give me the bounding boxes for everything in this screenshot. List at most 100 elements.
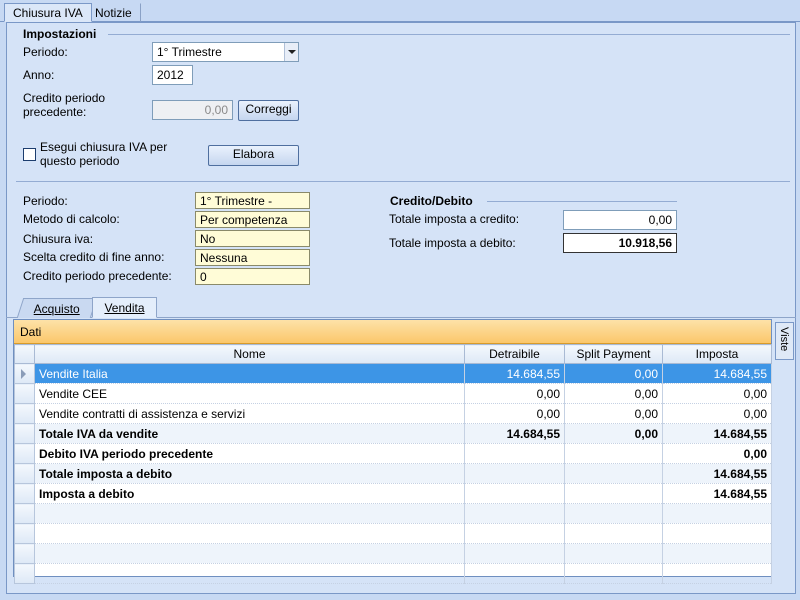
column-header-detraibile[interactable]: Detraibile [464, 344, 565, 364]
cell-split-payment: 0,00 [564, 363, 663, 384]
totale-debito-value: 10.918,56 [563, 233, 677, 253]
table-row[interactable]: Imposta a debito 14.684,55 [14, 483, 772, 504]
row-selector [14, 523, 35, 544]
cell-detraibile: 14.684,55 [464, 423, 565, 444]
cell-split-payment [564, 483, 663, 504]
row-selector[interactable] [14, 483, 35, 504]
metodo-value: Per competenza [195, 211, 310, 228]
cell-nome: Vendite CEE [34, 383, 465, 404]
tab-acquisto[interactable]: Acquisto [16, 298, 98, 318]
section-divider [16, 181, 790, 182]
row-selector[interactable] [14, 363, 35, 384]
row-selector[interactable] [14, 463, 35, 484]
row-selector [14, 563, 35, 584]
cell-detraibile [464, 443, 565, 464]
periodo-combo-value: 1° Trimestre [157, 45, 222, 59]
column-header-imposta[interactable]: Imposta [662, 344, 772, 364]
cell-split-payment: 0,00 [564, 403, 663, 424]
periodo-label: Periodo: [23, 45, 68, 59]
anno-input[interactable]: 2012 [152, 65, 193, 85]
empty-row [14, 543, 772, 564]
correggi-button[interactable]: Correggi [238, 100, 299, 121]
esegui-chiusura-checkbox[interactable] [23, 148, 36, 161]
table-row[interactable]: Totale IVA da vendite 14.684,55 0,00 14.… [14, 423, 772, 444]
table-row[interactable]: Vendite contratti di assistenza e serviz… [14, 403, 772, 424]
cell-detraibile: 0,00 [464, 403, 565, 424]
credito-debito-title: Credito/Debito [390, 194, 473, 208]
tab-vendita[interactable]: Vendita [92, 297, 157, 318]
top-tab-strip: Chiusura IVA Notizie [0, 0, 800, 22]
empty-row [14, 523, 772, 544]
anno-label: Anno: [23, 68, 55, 82]
cell-nome: Totale IVA da vendite [34, 423, 465, 444]
column-header-split-payment[interactable]: Split Payment [564, 344, 663, 364]
cell-imposta: 14.684,55 [662, 463, 772, 484]
cell-imposta: 14.684,55 [662, 363, 772, 384]
row-selector[interactable] [14, 403, 35, 424]
cell-detraibile [464, 463, 565, 484]
cell-imposta: 14.684,55 [662, 483, 772, 504]
chiusura-iva-label: Chiusura iva: [23, 232, 94, 246]
totale-credito-label: Totale imposta a credito: [389, 212, 520, 226]
data-grid: Dati Nome Detraibile Split Payment Impos… [13, 319, 772, 584]
totale-debito-label: Totale imposta a debito: [389, 236, 516, 250]
riepilogo-periodo-value: 1° Trimestre - [195, 192, 310, 209]
credito-precedente-input: 0,00 [152, 100, 233, 120]
table-row[interactable]: Vendite Italia 14.684,55 0,00 14.684,55 [14, 363, 772, 384]
credito-label-line2: precedente: [23, 105, 87, 119]
cell-split-payment [564, 463, 663, 484]
tab-chiusura-iva[interactable]: Chiusura IVA [4, 3, 92, 22]
cell-nome: Totale imposta a debito [34, 463, 465, 484]
header-selector-cell [14, 344, 35, 364]
row-selector [14, 543, 35, 564]
scelta-credito-label: Scelta credito di fine anno: [23, 250, 165, 264]
cell-imposta: 14.684,55 [662, 423, 772, 444]
cell-nome: Imposta a debito [34, 483, 465, 504]
cell-imposta: 0,00 [662, 443, 772, 464]
row-selector [14, 503, 35, 524]
tab-vendita-label: Vendita [104, 301, 145, 315]
vendite-table: Nome Detraibile Split Payment Imposta Ve… [14, 344, 772, 584]
metodo-label: Metodo di calcolo: [23, 212, 120, 226]
row-selector[interactable] [14, 443, 35, 464]
cell-nome: Vendite Italia [34, 363, 465, 384]
scelta-credito-value: Nessuna [195, 249, 310, 266]
cell-split-payment [564, 443, 663, 464]
cell-split-payment: 0,00 [564, 383, 663, 404]
viste-side-tab[interactable]: Viste [775, 322, 794, 360]
row-indicator-icon [21, 369, 26, 379]
impostazioni-divider [108, 34, 790, 35]
chevron-down-icon[interactable] [284, 43, 298, 61]
credito-precedente-label: Credito periodo precedente: [23, 269, 172, 283]
credito-precedente-value: 0 [195, 268, 310, 285]
tab-acquisto-label: Acquisto [33, 302, 80, 316]
column-header-nome[interactable]: Nome [34, 344, 465, 364]
cell-nome: Vendite contratti di assistenza e serviz… [34, 403, 465, 424]
table-row[interactable]: Totale imposta a debito 14.684,55 [14, 463, 772, 484]
row-selector[interactable] [14, 423, 35, 444]
table-row[interactable]: Vendite CEE 0,00 0,00 0,00 [14, 383, 772, 404]
cell-imposta: 0,00 [662, 383, 772, 404]
cell-split-payment: 0,00 [564, 423, 663, 444]
viste-label: Viste [778, 327, 790, 352]
grid-group-bar: Dati [14, 320, 771, 344]
cell-detraibile: 0,00 [464, 383, 565, 404]
totale-credito-value: 0,00 [563, 210, 677, 230]
esegui-label-line1: Esegui chiusura IVA per [40, 140, 168, 154]
periodo-combo[interactable]: 1° Trimestre [152, 42, 299, 62]
riepilogo-periodo-label: Periodo: [23, 194, 68, 208]
cell-imposta: 0,00 [662, 403, 772, 424]
credito-label-line1: Credito periodo [23, 91, 106, 105]
elabora-button[interactable]: Elabora [208, 145, 299, 166]
chiusura-iva-value: No [195, 230, 310, 247]
row-selector[interactable] [14, 383, 35, 404]
table-header-row: Nome Detraibile Split Payment Imposta [14, 344, 772, 364]
cell-detraibile: 14.684,55 [464, 363, 565, 384]
empty-row [14, 563, 772, 584]
tab-notizie[interactable]: Notizie [86, 3, 141, 22]
cell-detraibile [464, 483, 565, 504]
table-row[interactable]: Debito IVA periodo precedente 0,00 [14, 443, 772, 464]
empty-row [14, 503, 772, 524]
cell-nome: Debito IVA periodo precedente [34, 443, 465, 464]
impostazioni-title: Impostazioni [23, 27, 97, 41]
